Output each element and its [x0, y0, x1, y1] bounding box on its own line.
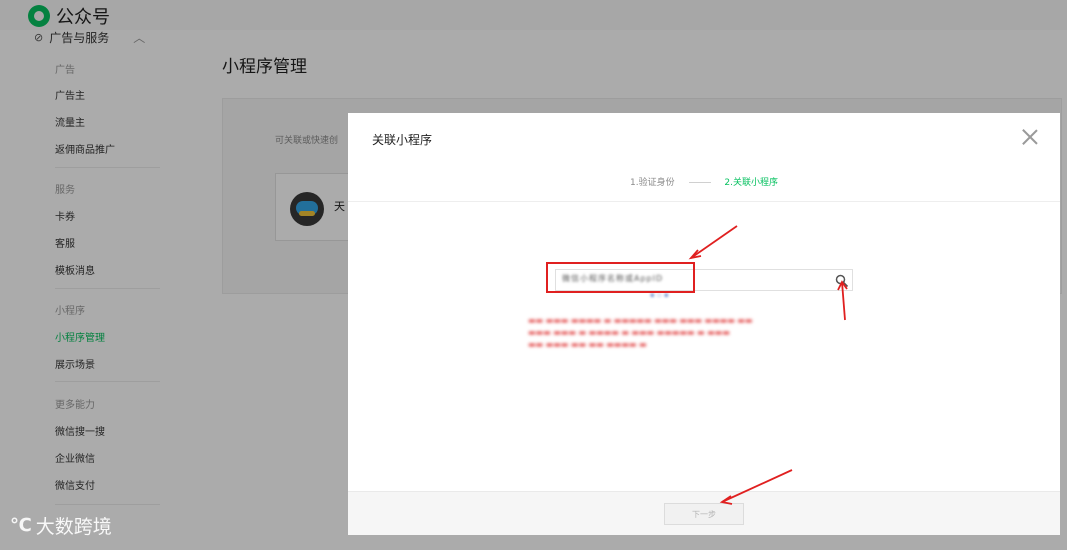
- watermark: ℃ 大数跨境: [10, 512, 112, 539]
- step-link-mini-program: 2.关联小程序: [724, 178, 778, 188]
- dialog-header-divider: [348, 201, 1060, 202]
- search-warning-text: ▬▬ ▬▬▬ ▬▬▬▬ ▬ ▬▬▬▬▬ ▬▬▬ ▬▬▬ ▬▬▬▬ ▬▬ ▬▬▬ ▬…: [528, 316, 753, 349]
- close-icon[interactable]: [1020, 127, 1040, 147]
- search-input-value: 微信小程序名称或AppID: [562, 274, 664, 283]
- mini-program-search-input[interactable]: 微信小程序名称或AppID: [562, 273, 824, 287]
- next-step-button[interactable]: 下一步: [664, 503, 744, 525]
- watermark-logo-icon: ℃: [10, 515, 32, 536]
- step-indicator: 1.验证身份 2.关联小程序: [348, 175, 1060, 188]
- search-icon[interactable]: [834, 273, 850, 289]
- link-mini-program-dialog: 关联小程序 1.验证身份 2.关联小程序 微信小程序名称或AppID ▪ ▫ ▪…: [348, 113, 1060, 535]
- watermark-text: 大数跨境: [35, 516, 112, 538]
- mini-program-search-box[interactable]: 微信小程序名称或AppID: [555, 269, 853, 291]
- dialog-title: 关联小程序: [372, 133, 433, 147]
- step-verify-identity: 1.验证身份: [630, 178, 675, 188]
- dialog-footer: 下一步: [348, 491, 1060, 535]
- search-result-hint: ▪ ▫ ▪: [650, 291, 669, 299]
- step-connector: [688, 182, 711, 183]
